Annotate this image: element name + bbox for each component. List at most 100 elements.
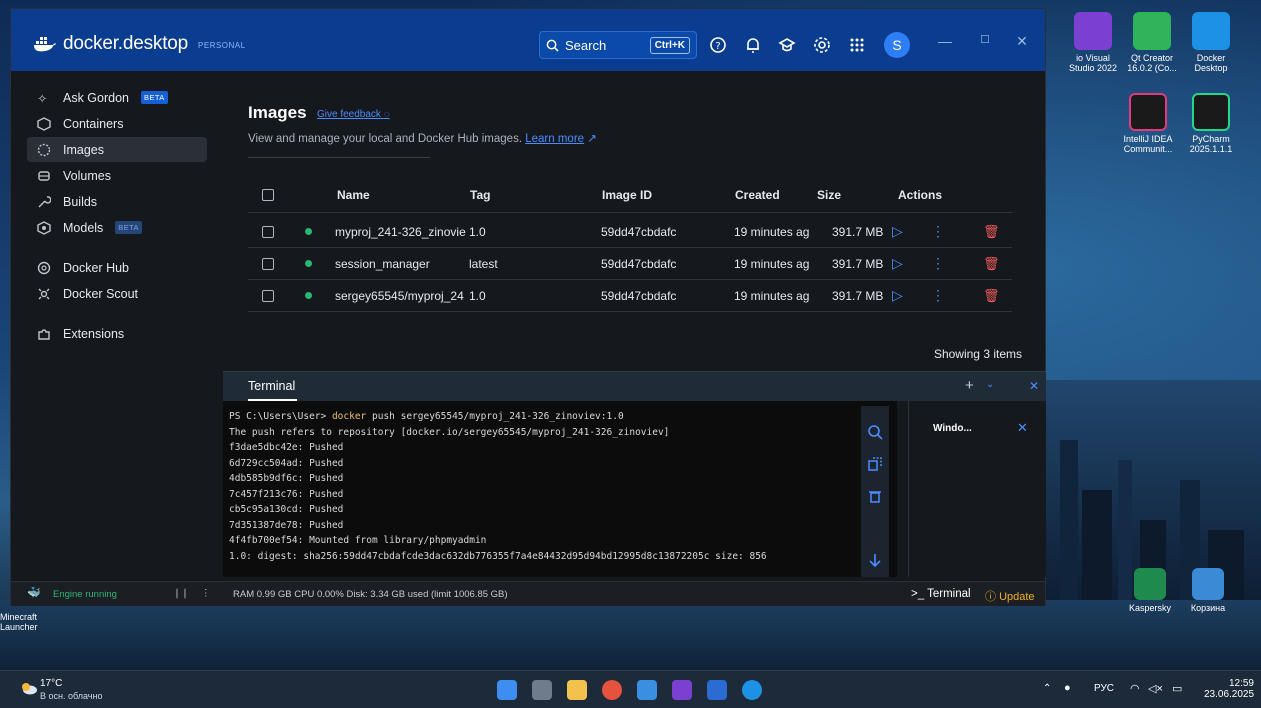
table-row[interactable]: sergey65545/myproj_24 1.0 59dd47cbdafc 1…: [248, 280, 1012, 312]
task-view-icon[interactable]: [532, 680, 552, 700]
column-size[interactable]: Size: [817, 188, 841, 202]
extensions-grid-icon[interactable]: [848, 36, 866, 54]
play-icon[interactable]: ▷: [892, 223, 903, 240]
desktop-icon-recycle-bin[interactable]: Корзина: [1178, 568, 1238, 613]
desktop-icon-docker[interactable]: Docker Desktop: [1181, 12, 1241, 73]
chevron-up-icon[interactable]: ⌃: [1043, 683, 1051, 694]
chat-icon: ◌: [383, 109, 390, 120]
trash-icon[interactable]: [867, 488, 883, 504]
volumes-icon: [38, 170, 50, 181]
sidebar-item-images[interactable]: Images: [27, 137, 207, 162]
learning-center-icon[interactable]: [778, 36, 796, 54]
select-all-checkbox[interactable]: [262, 189, 274, 201]
table-row[interactable]: session_manager latest 59dd47cbdafc 19 m…: [248, 248, 1012, 280]
taskbar: 17°C В осн. облачно ⌃ ● РУС ◠ ◁× ▭ 12:59…: [0, 670, 1261, 708]
learn-more-link[interactable]: Learn more: [525, 133, 584, 145]
store-icon[interactable]: [637, 680, 657, 700]
table-row[interactable]: myproj_241-326_zinovie 1.0 59dd47cbdafc …: [248, 216, 1012, 248]
bell-icon[interactable]: [744, 36, 762, 54]
terminal-line: 4db585b9df6c: Pushed: [229, 473, 344, 484]
word-icon[interactable]: [707, 680, 727, 700]
visual-studio-icon[interactable]: [672, 680, 692, 700]
pause-icon[interactable]: ❘❘: [173, 588, 189, 599]
sidebar-item-volumes[interactable]: Volumes: [27, 163, 207, 188]
play-icon[interactable]: ▷: [892, 287, 903, 304]
chrome-icon[interactable]: [602, 680, 622, 700]
update-button[interactable]: ⓘ Update: [985, 588, 1035, 604]
intellij-icon: [1129, 93, 1167, 131]
row-checkbox[interactable]: [262, 226, 274, 238]
sidebar-item-extensions[interactable]: Extensions: [27, 321, 207, 346]
delete-icon[interactable]: 🗑: [983, 256, 1000, 272]
images-table-header: Name Tag Image ID Created Size Actions: [248, 177, 1012, 213]
terminal-tab[interactable]: Terminal: [248, 379, 295, 393]
docker-logo[interactable]: docker.desktop PERSONAL: [33, 33, 246, 55]
sidebar-item-ask-gordon[interactable]: ✧ Ask Gordon BETA: [27, 85, 207, 110]
column-image-id[interactable]: Image ID: [602, 188, 652, 202]
images-icon: [37, 143, 51, 156]
chevron-down-icon[interactable]: ⌄: [986, 379, 994, 390]
column-name[interactable]: Name: [337, 188, 370, 202]
docker-desktop-window: docker.desktop PERSONAL Search Ctrl+K ? …: [10, 8, 1046, 606]
copy-icon[interactable]: [867, 456, 883, 472]
tray-app-icon[interactable]: ●: [1064, 682, 1071, 694]
play-icon[interactable]: ▷: [892, 255, 903, 272]
column-tag[interactable]: Tag: [470, 188, 490, 202]
maximize-button[interactable]: ☐: [977, 33, 993, 46]
search-icon[interactable]: [867, 424, 883, 440]
language-indicator[interactable]: РУС: [1094, 683, 1114, 694]
close-button[interactable]: ✕: [1014, 33, 1030, 50]
volume-icon[interactable]: ◁×: [1148, 682, 1163, 695]
delete-icon[interactable]: 🗑: [983, 224, 1000, 240]
row-checkbox[interactable]: [262, 258, 274, 270]
delete-icon[interactable]: 🗑: [983, 288, 1000, 304]
desktop-icon-minecraft[interactable]: Minecraft Launcher: [0, 612, 70, 632]
image-created: 19 minutes ag: [734, 224, 810, 239]
image-name[interactable]: sergey65545/myproj_24: [335, 289, 467, 303]
gear-icon[interactable]: [813, 36, 831, 54]
desktop-icon-kaspersky[interactable]: Kaspersky: [1120, 568, 1180, 613]
file-explorer-icon[interactable]: [567, 680, 587, 700]
start-button[interactable]: [497, 680, 517, 700]
docker-icon[interactable]: [742, 680, 762, 700]
minimize-button[interactable]: —: [937, 33, 953, 49]
search-button[interactable]: Search Ctrl+K: [539, 31, 697, 59]
sidebar-item-docker-hub[interactable]: Docker Hub: [27, 255, 207, 280]
desktop-icon-qt-creator[interactable]: Qt Creator 16.0.2 (Co...: [1122, 12, 1182, 73]
close-terminal-icon[interactable]: ✕: [1029, 379, 1039, 393]
weather-description[interactable]: В осн. облачно: [40, 691, 102, 701]
sidebar-item-containers[interactable]: Containers: [27, 111, 207, 136]
sidebar-item-models[interactable]: Models BETA: [27, 215, 207, 240]
sidebar: ✧ Ask Gordon BETA Containers Images Volu…: [11, 71, 222, 581]
image-name[interactable]: myproj_241-326_zinovie: [335, 225, 467, 239]
scroll-down-icon[interactable]: [867, 552, 883, 568]
weather-temperature[interactable]: 17°C: [40, 678, 62, 689]
image-name[interactable]: session_manager: [335, 257, 467, 271]
give-feedback-link[interactable]: Give feedback ◌: [317, 109, 390, 120]
avatar[interactable]: S: [884, 32, 910, 58]
more-options-icon[interactable]: ⋮: [931, 287, 945, 304]
more-options-icon[interactable]: ⋮: [931, 255, 945, 272]
terminal-line: cb5c95a130cd: Pushed: [229, 504, 344, 515]
desktop-icon-intellij[interactable]: IntelliJ IDEA Communit...: [1118, 93, 1178, 154]
sidebar-item-docker-scout[interactable]: Docker Scout: [27, 281, 207, 306]
desktop-icon-visual-studio[interactable]: io Visual Studio 2022: [1063, 12, 1123, 73]
terminal-toggle[interactable]: >_ Terminal: [911, 588, 971, 600]
more-options-icon[interactable]: ⋮: [201, 588, 211, 599]
search-label: Search: [565, 37, 607, 53]
terminal-output[interactable]: PS C:\Users\User> docker push sergey6554…: [223, 401, 897, 577]
battery-icon[interactable]: ▭: [1172, 682, 1182, 695]
wifi-icon[interactable]: ◠: [1130, 682, 1140, 695]
close-session-icon[interactable]: ✕: [1017, 420, 1028, 436]
sidebar-item-builds[interactable]: Builds: [27, 189, 207, 214]
terminal-session-tab[interactable]: Windo...: [933, 423, 972, 434]
column-created[interactable]: Created: [735, 188, 780, 202]
new-terminal-icon[interactable]: +: [965, 377, 974, 394]
clock[interactable]: 12:59 23.06.2025: [1204, 678, 1254, 700]
puzzle-icon: [38, 328, 50, 340]
desktop-icon-pycharm[interactable]: PyCharm 2025.1.1.1: [1181, 93, 1241, 154]
row-checkbox[interactable]: [262, 290, 274, 302]
more-options-icon[interactable]: ⋮: [931, 223, 945, 240]
help-icon[interactable]: ?: [709, 36, 727, 54]
engine-status[interactable]: Engine running: [53, 589, 117, 600]
